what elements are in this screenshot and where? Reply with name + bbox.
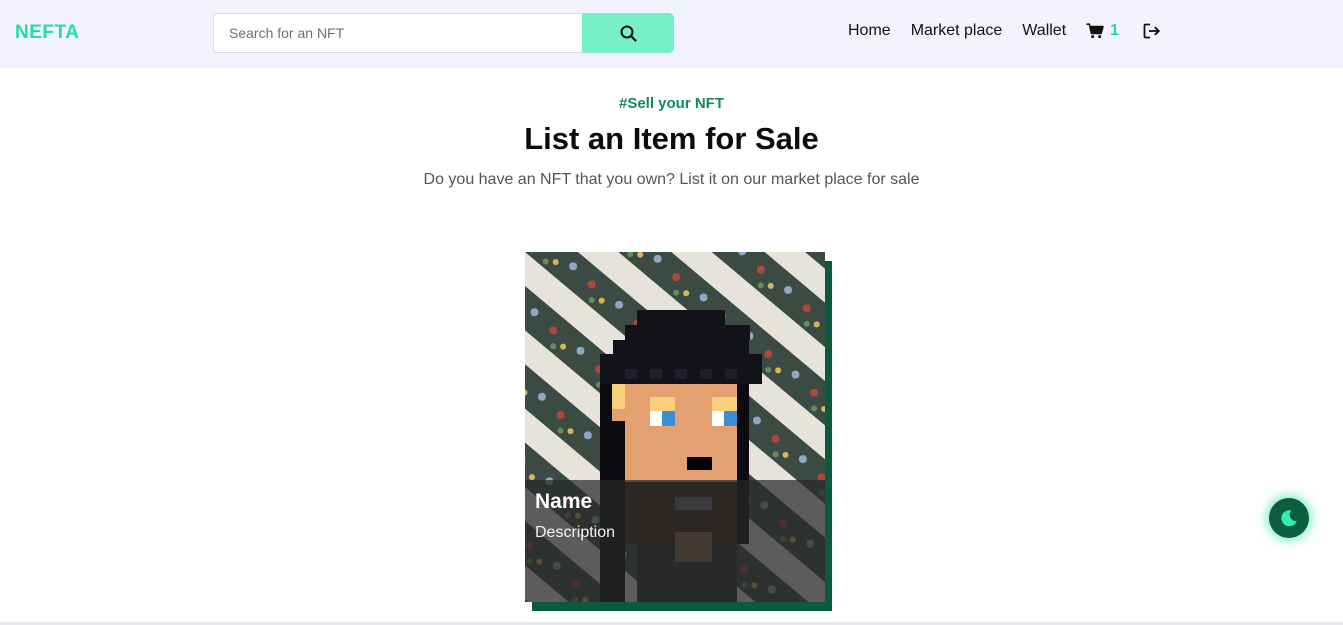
nft-preview-card[interactable]: Name Description — [525, 252, 825, 602]
navbar: NEFTA Home Market place Wallet 1 — [0, 0, 1343, 68]
card-description: Description — [535, 524, 616, 541]
search-input[interactable] — [213, 13, 582, 53]
logout-icon — [1143, 23, 1161, 39]
search-bar — [213, 13, 674, 53]
card-name: Name — [535, 490, 593, 513]
cart-button[interactable]: 1 — [1086, 22, 1119, 40]
cart-count-badge: 1 — [1110, 22, 1120, 39]
logout-button[interactable] — [1143, 23, 1161, 39]
nav-link-wallet[interactable]: Wallet — [1022, 22, 1066, 40]
section-eyebrow: #Sell your NFT — [618, 95, 725, 112]
search-icon — [620, 25, 637, 42]
moon-icon — [1281, 510, 1297, 527]
nav-link-home[interactable]: Home — [848, 22, 891, 40]
theme-toggle-button[interactable] — [1269, 498, 1309, 538]
search-button[interactable] — [582, 13, 674, 53]
cart-icon — [1086, 23, 1104, 39]
brand-logo[interactable]: NEFTA — [15, 22, 79, 44]
nav-links: Home Market place Wallet 1 — [848, 22, 1161, 40]
page-subtitle: Do you have an NFT that you own? List it… — [423, 171, 920, 188]
page-title: List an Item for Sale — [524, 121, 819, 156]
nav-link-market-place[interactable]: Market place — [911, 22, 1003, 40]
